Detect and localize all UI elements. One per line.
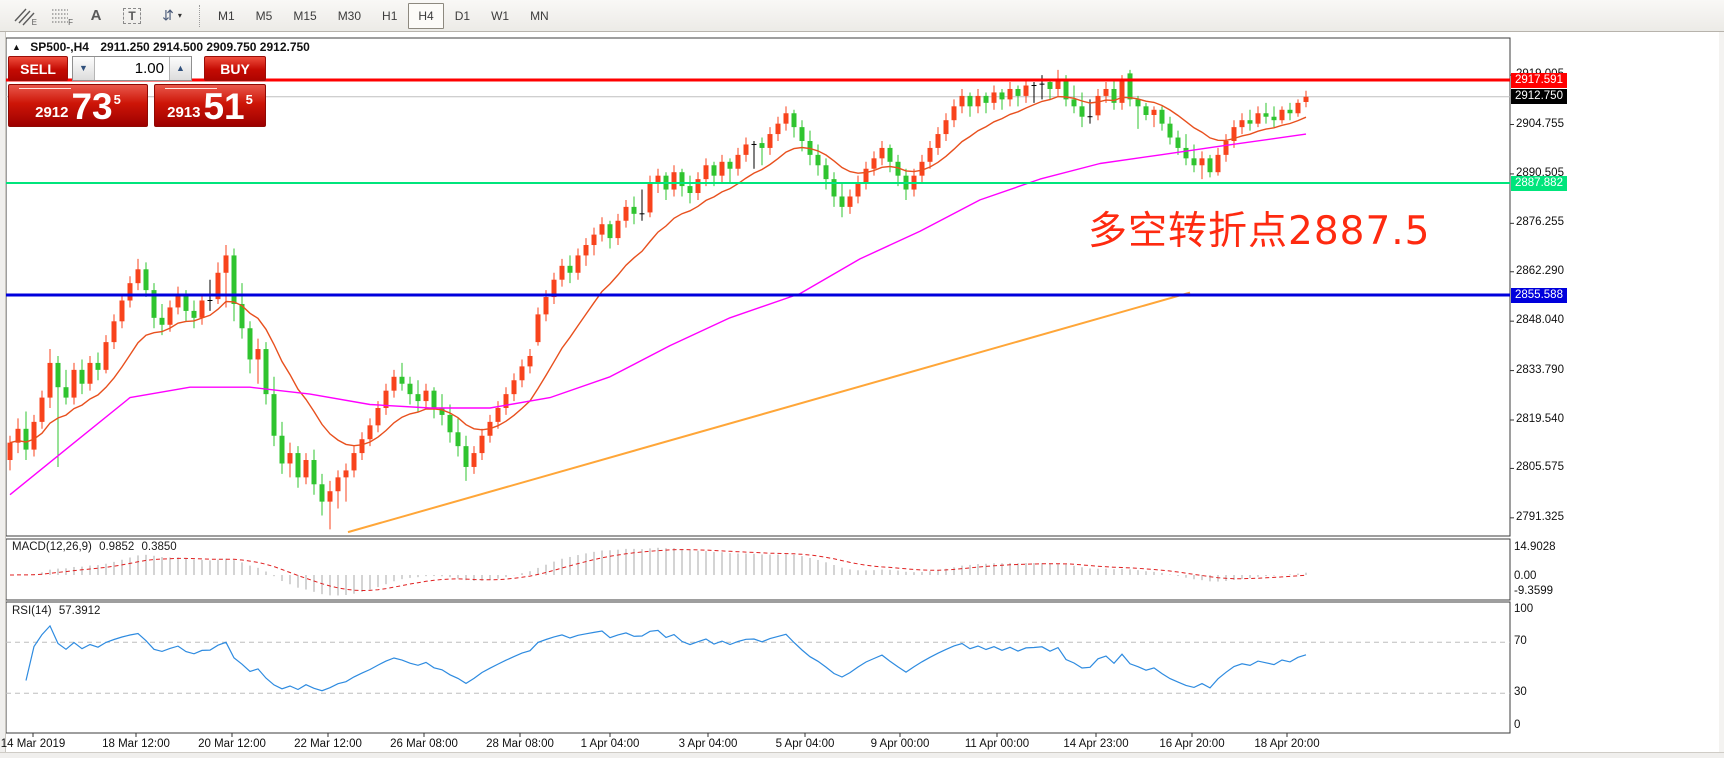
indicator-scale-label: 70	[1514, 635, 1527, 647]
date-tick-label: 14 Mar 2019	[1, 738, 66, 750]
date-tick-label: 18 Apr 20:00	[1254, 738, 1319, 750]
price-tick-label: 2833.790	[1516, 364, 1564, 376]
timeframe-button-m5[interactable]: M5	[246, 3, 283, 29]
window-bottom-strip	[0, 752, 1724, 758]
text-label-icon[interactable]: A	[78, 3, 114, 29]
collapse-arrow-icon[interactable]: ▲	[12, 42, 21, 52]
timeframe-button-m30[interactable]: M30	[328, 3, 371, 29]
date-tick-label: 14 Apr 23:00	[1063, 738, 1128, 750]
indicator-scale-label: 30	[1514, 686, 1527, 698]
one-click-trading-panel: SELL ▼ 1.00 ▲ BUY 2912 73 5 2913 51 5	[8, 56, 266, 127]
date-tick-label: 28 Mar 08:00	[486, 738, 554, 750]
timeframe-button-w1[interactable]: W1	[481, 3, 519, 29]
date-tick-label: 16 Apr 20:00	[1159, 738, 1224, 750]
volume-decrease-button[interactable]: ▼	[73, 57, 95, 80]
date-tick-label: 22 Mar 12:00	[294, 738, 362, 750]
buy-price-prefix: 2913	[167, 103, 200, 123]
chart-annotation-text: 多空转折点2887.5	[1088, 200, 1430, 256]
macd-indicator-label: MACD(12,26,9) 0.9852 0.3850	[12, 541, 177, 553]
symbol-timeframe: SP500-,H4	[30, 40, 89, 54]
macd-signal-value: 0.3850	[141, 541, 176, 553]
icon-sub-label: E	[32, 18, 37, 27]
indicator-scale-label: 100	[1514, 603, 1533, 615]
indicator-scale-label: 0.00	[1514, 570, 1536, 582]
date-tick-label: 1 Apr 04:00	[581, 738, 640, 750]
timeframe-group: M1M5M15M30H1H4D1W1MN	[208, 3, 559, 29]
date-tick-label: 9 Apr 00:00	[871, 738, 930, 750]
timeframe-button-h1[interactable]: H1	[372, 3, 407, 29]
toolbar: E F A T ⇵ ▾ M1M5M15M30H1H4D1W1MN	[0, 0, 1724, 32]
chevron-down-icon: ▾	[178, 11, 182, 20]
timeframe-button-m1[interactable]: M1	[208, 3, 245, 29]
price-tick-label: 2791.325	[1516, 511, 1564, 523]
buy-price-main: 51	[203, 90, 244, 123]
indicator-scale-label: -9.3599	[1514, 585, 1553, 597]
buy-price-display[interactable]: 2913 51 5	[154, 84, 266, 127]
indicator-scale-label: 14.9028	[1514, 541, 1556, 553]
date-tick-label: 20 Mar 12:00	[198, 738, 266, 750]
timeframe-button-m15[interactable]: M15	[283, 3, 326, 29]
date-tick-label: 18 Mar 12:00	[102, 738, 170, 750]
chart-title: ▲ SP500-,H4 2911.250 2914.500 2909.750 2…	[12, 40, 310, 54]
date-tick-label: 3 Apr 04:00	[679, 738, 738, 750]
price-badge: 2855.588	[1511, 288, 1567, 303]
icon-sub-label: F	[68, 18, 73, 27]
sell-price-prefix: 2912	[35, 103, 68, 123]
rsi-indicator-label: RSI(14) 57.3912	[12, 605, 100, 617]
indicators-hatch-icon[interactable]: E	[6, 3, 42, 29]
rsi-value: 57.3912	[59, 605, 101, 617]
timeframe-button-d1[interactable]: D1	[445, 3, 480, 29]
volume-spinner: ▼ 1.00 ▲	[72, 56, 192, 81]
indicator-scale-label: 0	[1514, 719, 1520, 731]
price-badge: 2917.591	[1511, 73, 1567, 88]
timeframe-button-h4[interactable]: H4	[408, 3, 443, 29]
sell-price-sup: 5	[114, 92, 121, 107]
ohlc-values: 2911.250 2914.500 2909.750 2912.750	[100, 40, 310, 54]
price-tick-label: 2805.575	[1516, 461, 1564, 473]
sell-price-main: 73	[71, 90, 112, 123]
grid-pattern-icon[interactable]: F	[42, 3, 78, 29]
price-tick-label: 2904.755	[1516, 118, 1564, 130]
sell-price-display[interactable]: 2912 73 5	[8, 84, 148, 127]
price-tick-label: 2862.290	[1516, 265, 1564, 277]
window-left-frame	[0, 32, 6, 758]
sell-button[interactable]: SELL	[8, 56, 68, 81]
price-tick-label: 2819.540	[1516, 413, 1564, 425]
arrow-objects-icon[interactable]: ⇵ ▾	[150, 3, 194, 29]
timeframe-button-mn[interactable]: MN	[520, 3, 559, 29]
window-right-frame	[1719, 32, 1724, 758]
toolbar-separator	[199, 5, 201, 27]
macd-main-value: 0.9852	[99, 541, 134, 553]
text-box-icon[interactable]: T	[114, 3, 150, 29]
price-tick-label: 2876.255	[1516, 216, 1564, 228]
buy-price-sup: 5	[246, 92, 253, 107]
date-tick-label: 5 Apr 04:00	[776, 738, 835, 750]
volume-increase-button[interactable]: ▲	[169, 57, 191, 80]
date-tick-label: 11 Apr 00:00	[965, 738, 1029, 750]
price-badge: 2887.882	[1511, 176, 1567, 191]
price-tick-label: 2848.040	[1516, 314, 1564, 326]
price-badge: 2912.750	[1511, 89, 1567, 104]
buy-button[interactable]: BUY	[204, 56, 266, 81]
volume-input[interactable]: 1.00	[95, 57, 169, 80]
date-tick-label: 26 Mar 08:00	[390, 738, 458, 750]
